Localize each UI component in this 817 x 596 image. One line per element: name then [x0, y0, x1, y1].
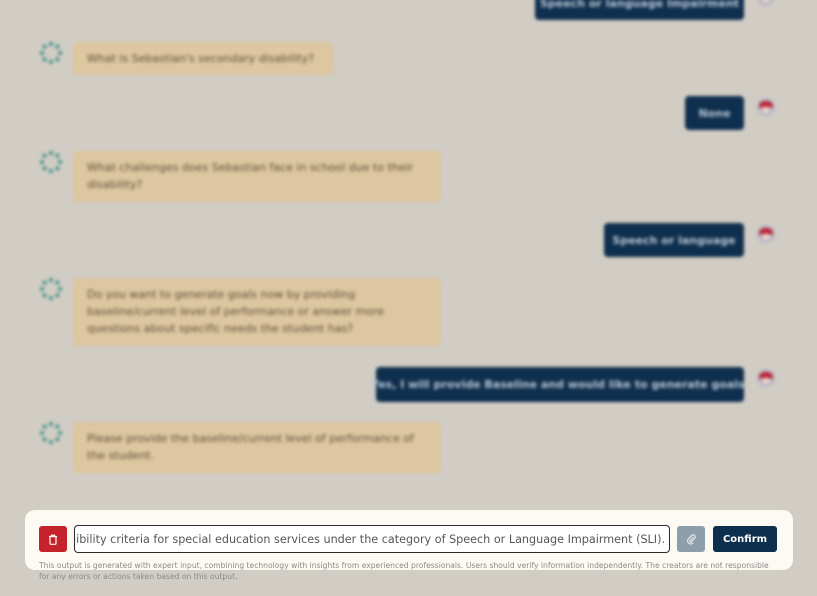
bot-avatar-icon	[40, 422, 62, 444]
attach-button[interactable]	[677, 526, 705, 552]
user-avatar	[757, 369, 775, 387]
user-message: None	[685, 96, 744, 130]
message-text: What challenges does Sebastian face in s…	[87, 161, 414, 191]
user-message: Speech or language Impairment	[535, 0, 744, 20]
message-input-value: Sebastian meets the eligibility criteria…	[75, 532, 665, 546]
message-text: What is Sebastian's secondary disability…	[87, 52, 315, 65]
message-text: Do you want to generate goals now by pro…	[87, 288, 385, 335]
message-text: Speech or language	[612, 233, 736, 247]
bot-message: Do you want to generate goals now by pro…	[73, 278, 441, 346]
composer-panel: Sebastian meets the eligibility criteria…	[25, 510, 793, 581]
chat-history: Speech or language Impairment What is Se…	[0, 0, 817, 596]
bot-message: Please provide the baseline/current leve…	[73, 422, 441, 473]
delete-button[interactable]	[39, 526, 67, 552]
message-text: Yes, I will provide Baseline and would l…	[371, 378, 749, 391]
user-avatar	[757, 225, 775, 243]
user-avatar	[757, 0, 775, 6]
user-message: Yes, I will provide Baseline and would l…	[371, 367, 749, 402]
paperclip-icon	[687, 534, 696, 545]
user-message: Speech or language	[604, 223, 744, 257]
bot-message: What challenges does Sebastian face in s…	[73, 151, 441, 202]
message-text: Speech or language Impairment	[539, 0, 740, 10]
user-avatar	[757, 98, 775, 116]
message-text: None	[698, 106, 731, 120]
bot-avatar-icon	[40, 42, 62, 64]
trash-icon	[49, 534, 57, 545]
bot-avatar-icon	[40, 151, 62, 173]
disclaimer-text: This output is generated with expert inp…	[39, 561, 769, 581]
bot-avatar-icon	[40, 278, 62, 300]
bot-message: What is Sebastian's secondary disability…	[73, 42, 333, 75]
chat-area: Speech or language Impairment What is Se…	[0, 0, 817, 596]
message-text: Please provide the baseline/current leve…	[87, 432, 414, 462]
confirm-button[interactable]: Confirm	[713, 526, 777, 552]
message-input[interactable]: Sebastian meets the eligibility criteria…	[74, 525, 670, 553]
